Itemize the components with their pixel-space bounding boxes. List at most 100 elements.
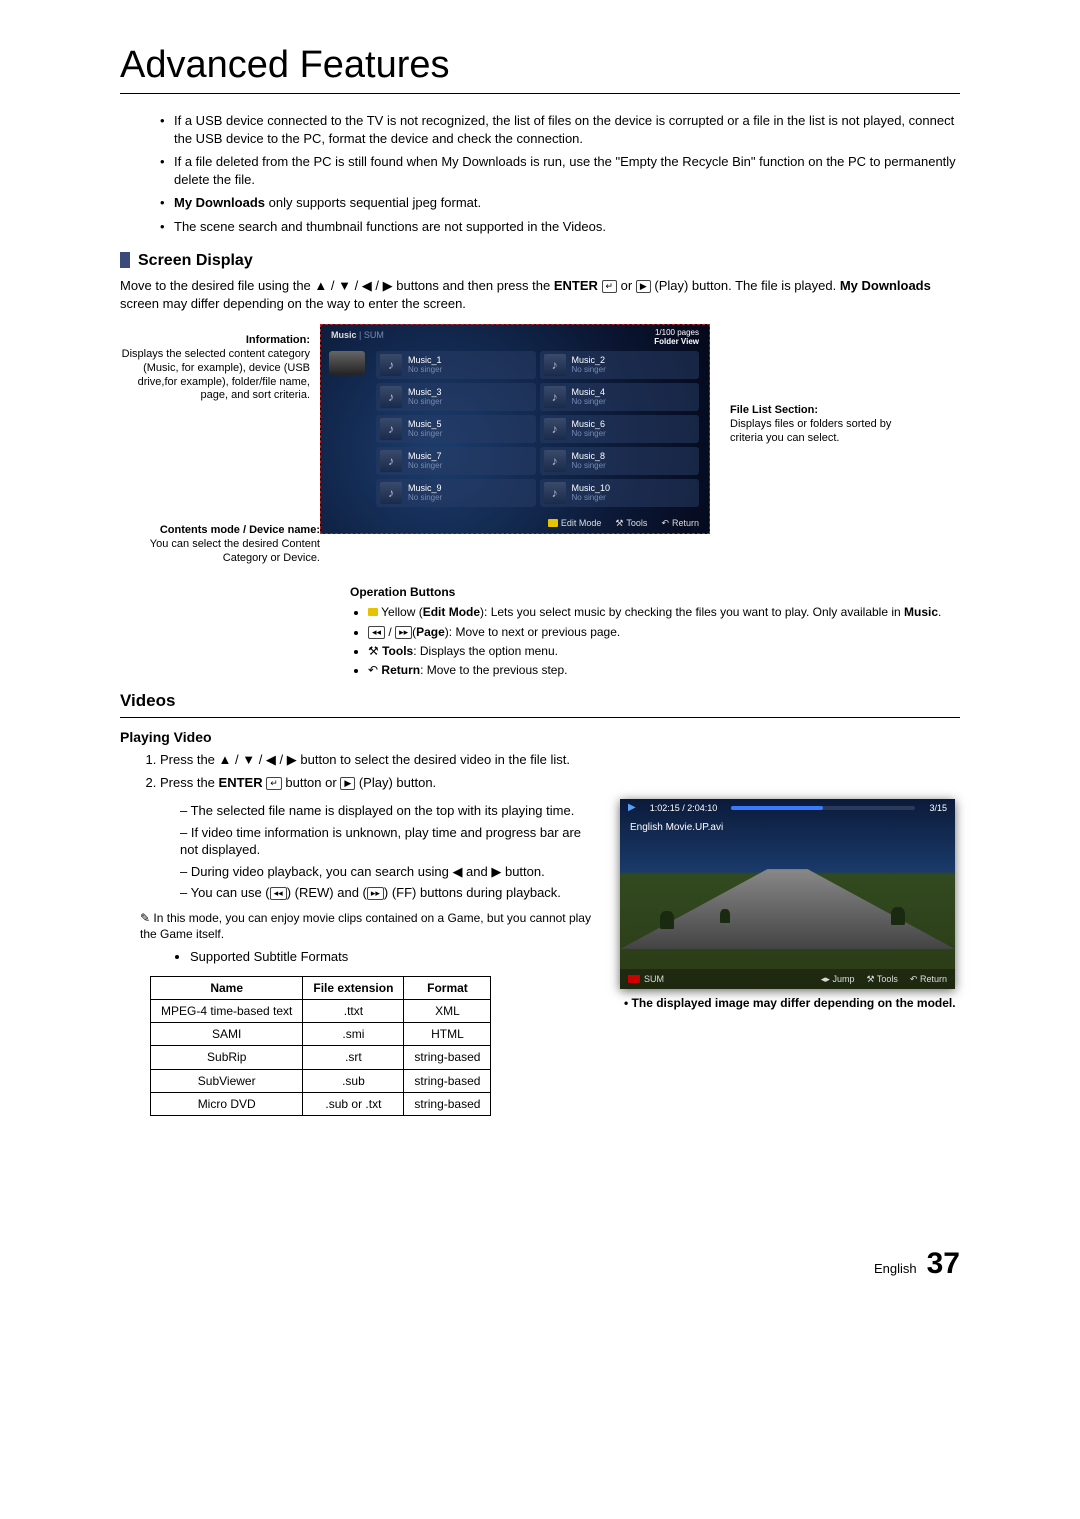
music-note-icon: ♪	[544, 482, 566, 504]
return-button[interactable]: ↶Return	[661, 517, 699, 529]
video-note-item: During video playback, you can search us…	[180, 863, 602, 881]
sub-th: Name	[151, 976, 303, 999]
screen-display-paragraph: Move to the desired file using the ▲ / ▼…	[120, 277, 960, 312]
music-file-item[interactable]: ♪Music_5No singer	[376, 415, 536, 443]
video-scene	[620, 869, 955, 949]
music-note-icon: ♪	[380, 450, 402, 472]
annot-contents-text: You can select the desired Content Categ…	[150, 538, 320, 564]
return-button[interactable]: ↶ Return	[910, 973, 947, 985]
jump-button[interactable]: ◂▸ Jump	[821, 973, 855, 985]
game-note: ✎ In this mode, you can enjoy movie clip…	[140, 910, 602, 942]
music-file-item[interactable]: ♪Music_6No singer	[540, 415, 700, 443]
table-cell: .srt	[303, 1046, 404, 1069]
music-file-item[interactable]: ♪Music_2No singer	[540, 351, 700, 379]
video-note-item: You can use (◂◂) (REW) and (▸▸) (FF) but…	[180, 884, 602, 902]
tip-item: The scene search and thumbnail functions…	[160, 218, 960, 236]
video-filename: English Movie.UP.avi	[620, 817, 955, 835]
music-file-item[interactable]: ♪Music_8No singer	[540, 447, 700, 475]
model-note: The displayed image may differ depending…	[624, 995, 960, 1011]
play-icon: ▶	[636, 280, 651, 293]
table-cell: MPEG-4 time-based text	[151, 999, 303, 1022]
music-file-item[interactable]: ♪Music_9No singer	[376, 479, 536, 507]
music-file-singer: No singer	[572, 430, 606, 438]
return-icon: ↶	[368, 663, 378, 677]
table-cell: SAMI	[151, 1023, 303, 1046]
footer-page-number: 37	[927, 1244, 960, 1285]
music-note-icon: ♪	[544, 386, 566, 408]
footer-language: English	[874, 1260, 917, 1278]
table-cell: .sub or .txt	[303, 1092, 404, 1115]
table-cell: HTML	[404, 1023, 491, 1046]
music-file-item[interactable]: ♪Music_7No singer	[376, 447, 536, 475]
music-note-icon: ♪	[544, 418, 566, 440]
prev-page-icon: ◂◂	[368, 626, 385, 639]
video-notes: The selected file name is displayed on t…	[180, 802, 602, 902]
music-file-singer: No singer	[572, 398, 606, 406]
intro-tips: If a USB device connected to the TV is n…	[160, 112, 960, 235]
play-icon: ▶	[340, 777, 355, 790]
tip-item: If a file deleted from the PC is still f…	[160, 153, 960, 188]
music-file-singer: No singer	[572, 494, 611, 502]
video-progress[interactable]	[731, 806, 915, 810]
tools-button[interactable]: ⚒Tools	[615, 517, 647, 529]
music-file-singer: No singer	[408, 462, 442, 470]
rew-icon: ◂◂	[270, 887, 287, 900]
section-heading: Screen Display	[138, 250, 253, 272]
music-file-item[interactable]: ♪Music_10No singer	[540, 479, 700, 507]
music-category: Music	[331, 330, 357, 340]
jump-icon: ◂▸	[821, 974, 830, 984]
music-note-icon: ♪	[380, 482, 402, 504]
tools-icon: ⚒	[615, 517, 623, 529]
tools-button[interactable]: ⚒ Tools	[866, 973, 897, 985]
yellow-chip-icon	[368, 608, 378, 616]
table-row: MPEG-4 time-based text.ttxtXML	[151, 999, 491, 1022]
annot-contents-title: Contents mode / Device name:	[120, 524, 320, 538]
play-indicator-icon: ▶	[628, 801, 636, 815]
music-file-singer: No singer	[408, 494, 442, 502]
operation-buttons: Operation Buttons Yellow (Edit Mode): Le…	[350, 584, 960, 678]
op-yellow: Yellow (Edit Mode): Lets you select musi…	[368, 604, 960, 620]
music-file-item[interactable]: ♪Music_3No singer	[376, 383, 536, 411]
table-cell: SubViewer	[151, 1069, 303, 1092]
table-row: SubViewer.substring-based	[151, 1069, 491, 1092]
playing-video-heading: Playing Video	[120, 728, 960, 747]
table-cell: .ttxt	[303, 999, 404, 1022]
video-steps: Press the ▲ / ▼ / ◀ / ▶ button to select…	[160, 751, 960, 791]
edit-mode-button[interactable]: Edit Mode	[548, 517, 602, 529]
table-cell: SubRip	[151, 1046, 303, 1069]
video-player-screen: ▶ 1:02:15 / 2:04:10 3/15 English Movie.U…	[620, 799, 955, 989]
return-icon: ↶	[910, 974, 918, 984]
annot-filelist-text: Displays files or folders sorted by crit…	[730, 418, 891, 444]
table-cell: string-based	[404, 1069, 491, 1092]
music-file-item[interactable]: ♪Music_4No singer	[540, 383, 700, 411]
tree-icon	[660, 911, 674, 929]
sub-th: Format	[404, 976, 491, 999]
video-count: 3/15	[929, 802, 947, 814]
tools-icon: ⚒	[866, 974, 874, 984]
table-cell: XML	[404, 999, 491, 1022]
music-file-singer: No singer	[408, 430, 442, 438]
video-note-item: If video time information is unknown, pl…	[180, 824, 602, 859]
sum-icon	[628, 975, 640, 983]
video-note-item: The selected file name is displayed on t…	[180, 802, 602, 820]
music-note-icon: ♪	[380, 386, 402, 408]
subtitle-table: Name File extension Format MPEG-4 time-b…	[150, 976, 491, 1116]
music-file-singer: No singer	[408, 398, 442, 406]
music-note-icon: ♪	[380, 418, 402, 440]
tools-icon: ⚒	[368, 644, 379, 658]
music-note-icon: ♪	[544, 450, 566, 472]
tree-icon	[891, 907, 905, 925]
video-step: Press the ENTER ↵ button or ▶ (Play) but…	[160, 774, 960, 792]
music-file-singer: No singer	[572, 366, 606, 374]
table-cell: string-based	[404, 1092, 491, 1115]
table-cell: .smi	[303, 1023, 404, 1046]
yellow-chip-icon	[548, 519, 558, 527]
table-cell: Micro DVD	[151, 1092, 303, 1115]
table-row: Micro DVD.sub or .txtstring-based	[151, 1092, 491, 1115]
videos-heading: Videos	[120, 690, 960, 713]
op-tools: ⚒ Tools: Displays the option menu.	[368, 643, 960, 659]
next-page-icon: ▸▸	[395, 626, 412, 639]
tip-item: If a USB device connected to the TV is n…	[160, 112, 960, 147]
music-file-item[interactable]: ♪Music_1No singer	[376, 351, 536, 379]
tree-icon	[720, 909, 730, 923]
